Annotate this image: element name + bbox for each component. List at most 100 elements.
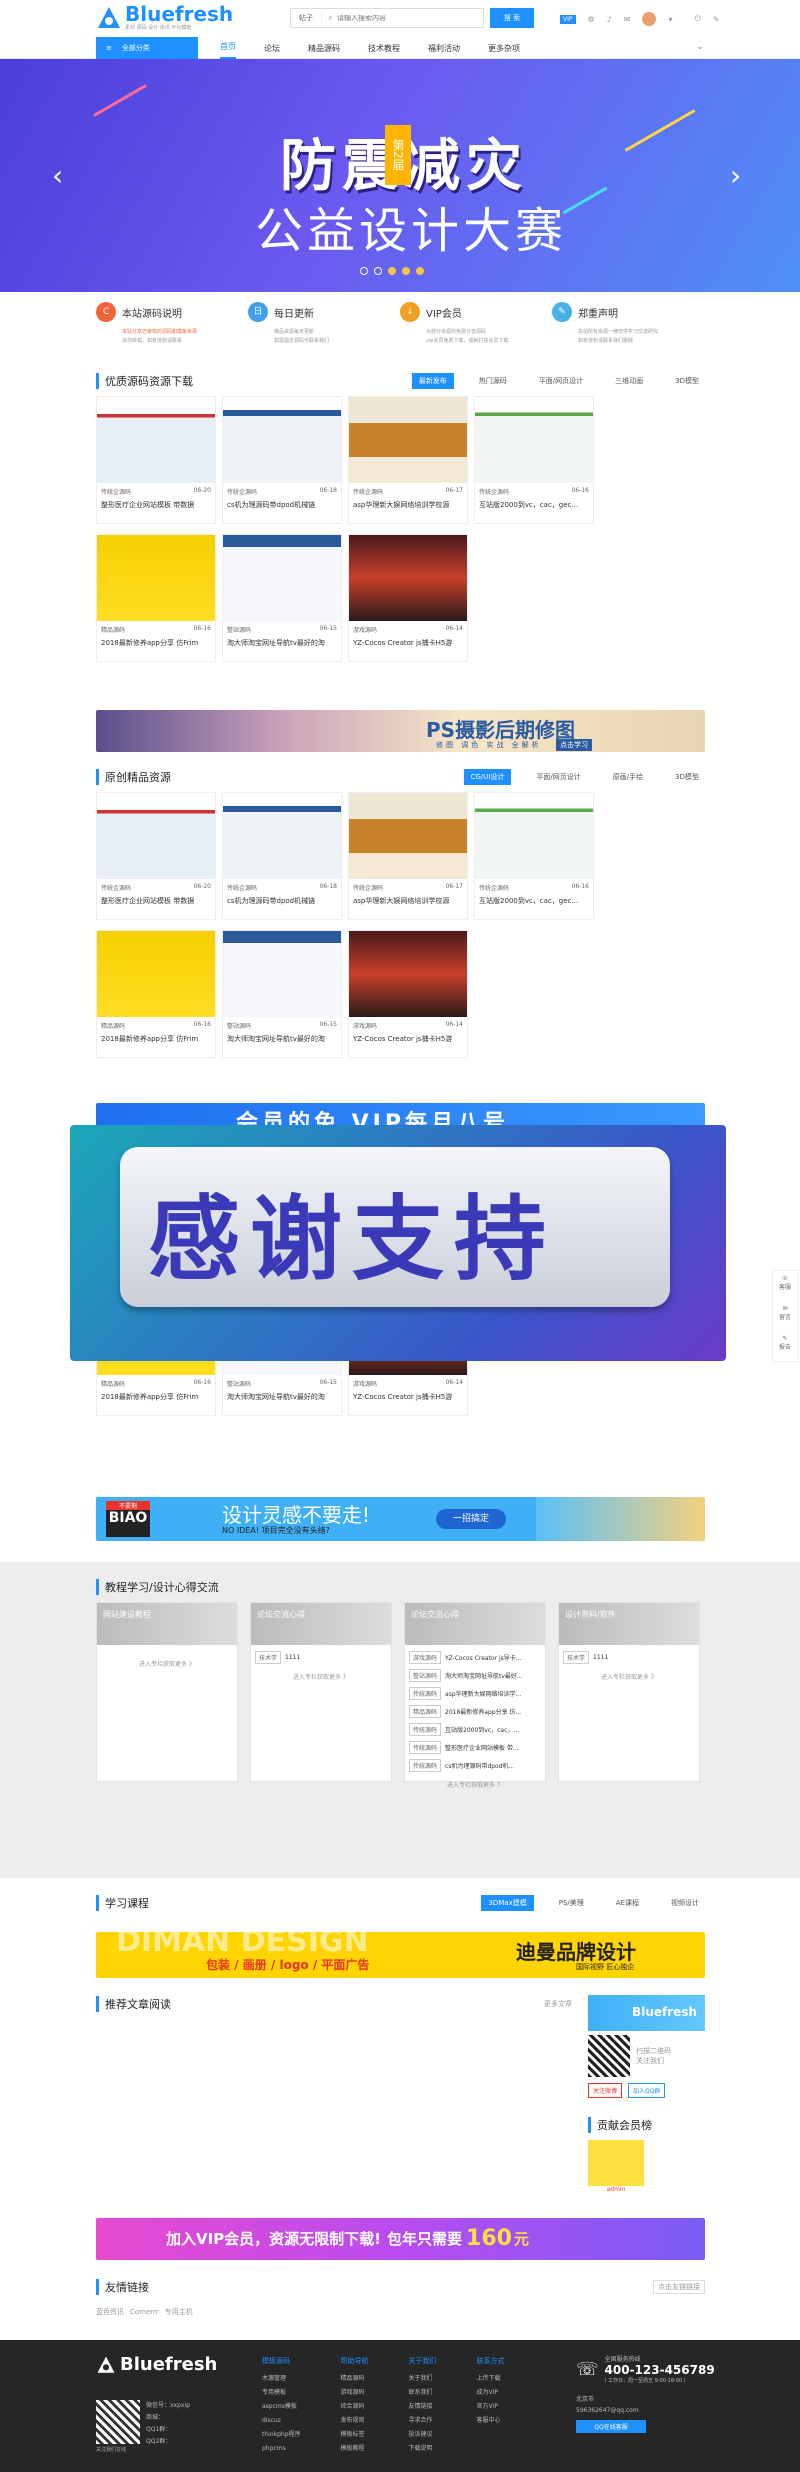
footer-link[interactable]: 专用模板 bbox=[262, 2386, 301, 2400]
bell-icon[interactable]: ♪ bbox=[607, 15, 612, 24]
tab-cg[interactable]: CG/UI设计 bbox=[463, 769, 512, 785]
hero-prev-button[interactable]: ‹ bbox=[52, 159, 63, 192]
card-category[interactable]: 精品源码 bbox=[101, 625, 125, 634]
footer-link[interactable]: 关于我们 bbox=[409, 2372, 437, 2386]
member-card[interactable]: admin bbox=[588, 2140, 644, 2193]
card-category[interactable]: 整站源码 bbox=[227, 625, 251, 634]
forum-more-link[interactable]: 进入专栏获取更多 》 bbox=[563, 1672, 695, 1681]
forum-item[interactable]: 传统源码 cs机为理源码带dpod机... bbox=[409, 1759, 541, 1772]
card-title[interactable]: 淘大师淘宝网址导航tv最好的淘 bbox=[223, 1030, 341, 1048]
hero-dot[interactable] bbox=[360, 267, 368, 275]
resource-card[interactable]: 精品源码 06-16 2018最新修养app分享 仿Frim bbox=[96, 930, 216, 1058]
tab-hot[interactable]: 热门源码 bbox=[472, 373, 514, 389]
footer-link[interactable]: 友情链接 bbox=[409, 2400, 437, 2414]
forum-item[interactable]: 精品源码 2018最新修养app分享 仿... bbox=[409, 1705, 541, 1718]
card-title[interactable]: 互站版2000到vc，cac，gec... bbox=[475, 892, 593, 910]
articles-more-link[interactable]: 更多文章 bbox=[544, 1999, 572, 2009]
ps-banner-button[interactable]: 点击学习 bbox=[556, 739, 592, 751]
resource-card[interactable]: 传统企源码 06-20 整形医疗企业网站模板 带数据 bbox=[96, 792, 216, 920]
footer-link[interactable]: discuz bbox=[262, 2414, 301, 2428]
forum-item[interactable]: 传统源码 互站版2000到vc，cac，... bbox=[409, 1723, 541, 1736]
nav-expand-icon[interactable]: ⌄ bbox=[696, 41, 704, 52]
hero-next-button[interactable]: › bbox=[730, 159, 741, 192]
forum-item[interactable]: 技术学 1111 bbox=[563, 1651, 695, 1664]
hero-dot[interactable] bbox=[416, 267, 424, 275]
vip-promo-banner[interactable]: 加入VIP会员，资源无限制下载! 包年只需要 160 元 bbox=[96, 2218, 705, 2260]
tab-3d[interactable]: 3D模型 bbox=[668, 373, 706, 389]
service-tool[interactable]: ☏ 客服 bbox=[773, 1271, 797, 1301]
card-title[interactable]: 2018最新修养app分享 仿Frim bbox=[97, 1030, 215, 1048]
footer-link[interactable]: 模板标签 bbox=[341, 2428, 369, 2442]
footer-link[interactable]: thinkphp程序 bbox=[262, 2428, 301, 2442]
card-title[interactable]: asp华理新大娱网络培训学校源 bbox=[349, 892, 467, 910]
friend-link[interactable]: Comerrr bbox=[130, 2308, 159, 2316]
forum-more-link[interactable]: 进入专栏获取更多 》 bbox=[101, 1659, 233, 1668]
tab-3d[interactable]: 3D模型 bbox=[668, 769, 706, 785]
nav-tutorial[interactable]: 技术教程 bbox=[368, 43, 400, 54]
footer-link[interactable]: 上传下载 bbox=[477, 2372, 505, 2386]
qq-group-button[interactable]: 加入QQ群 bbox=[628, 2083, 666, 2098]
forum-item[interactable]: 技术学 1111 bbox=[255, 1651, 387, 1664]
edit-icon[interactable]: ✎ bbox=[713, 15, 720, 24]
idea-banner[interactable]: 不要剩 BIAO 设计灵感不要走! NO IDEA! 项目完全没有头绪? 一招搞… bbox=[96, 1497, 705, 1541]
tab-ps[interactable]: PS/美理 bbox=[552, 1895, 591, 1911]
forum-item[interactable]: 游戏源码 YZ-Cocos Creator js导卡... bbox=[409, 1651, 541, 1664]
footer-link[interactable]: 寻求合作 bbox=[409, 2414, 437, 2428]
resource-card[interactable]: 传统企源码 06-16 互站版2000到vc，cac，gec... bbox=[474, 396, 594, 524]
card-title[interactable]: 淘大师淘宝网址导航tv最好的淘 bbox=[223, 634, 341, 652]
weibo-button[interactable]: 关注微博 bbox=[588, 2083, 623, 2098]
footer-link[interactable]: 发布规则 bbox=[341, 2414, 369, 2428]
card-title[interactable]: 互站版2000到vc，cac，gec... bbox=[475, 496, 593, 514]
message-tool[interactable]: ✉ 留言 bbox=[773, 1301, 797, 1331]
resource-card[interactable]: 游戏源码 06-14 YZ-Cocos Creator js捕卡H5游 bbox=[348, 930, 468, 1058]
nav-source[interactable]: 精品源码 bbox=[308, 43, 340, 54]
footer-link[interactable]: 精品源码 bbox=[341, 2372, 369, 2386]
footer-link[interactable]: 木源管理 bbox=[262, 2372, 301, 2386]
search-scope-select[interactable]: 帖子 bbox=[291, 13, 322, 23]
friend-link[interactable]: 蓝色资讯 bbox=[96, 2307, 124, 2317]
apply-link-button[interactable]: 点击友链链接 bbox=[653, 2280, 705, 2294]
card-title[interactable]: 淘大师淘宝网址导航tv最好的淘 bbox=[223, 1388, 341, 1406]
card-category[interactable]: 传统企源码 bbox=[101, 487, 131, 496]
report-tool[interactable]: ✎ 报告 bbox=[773, 1331, 797, 1361]
card-category[interactable]: 传统企源码 bbox=[101, 883, 131, 892]
card-category[interactable]: 精品源码 bbox=[101, 1379, 125, 1388]
friend-link[interactable]: 专用主机 bbox=[165, 2307, 193, 2317]
card-category[interactable]: 传统企源码 bbox=[479, 487, 509, 496]
hero-dot[interactable] bbox=[374, 267, 382, 275]
footer-link[interactable]: 综合源码 bbox=[341, 2400, 369, 2414]
card-title[interactable]: asp华理新大娱网络培训学校源 bbox=[349, 496, 467, 514]
card-category[interactable]: 整站源码 bbox=[227, 1379, 251, 1388]
forum-item[interactable]: 传统源码 asp华理新大娱网络培训学... bbox=[409, 1687, 541, 1700]
resource-card[interactable]: 传统企源码 06-17 asp华理新大娱网络培训学校源 bbox=[348, 396, 468, 524]
card-category[interactable]: 传统企源码 bbox=[353, 487, 383, 496]
forum-more-link[interactable]: 进入专栏获取更多 》 bbox=[409, 1780, 541, 1789]
hero-dot[interactable] bbox=[388, 267, 396, 275]
avatar[interactable] bbox=[642, 12, 657, 26]
tab-draw[interactable]: 原画/手绘 bbox=[606, 769, 650, 785]
card-title[interactable]: 2018最新修养app分享 仿Frim bbox=[97, 634, 215, 652]
card-title[interactable]: YZ-Cocos Creator js捕卡H5游 bbox=[349, 1030, 467, 1048]
search-input[interactable] bbox=[337, 14, 458, 22]
card-title[interactable]: YZ-Cocos Creator js捕卡H5游 bbox=[349, 634, 467, 652]
footer-link[interactable]: 投诉建议 bbox=[409, 2428, 437, 2442]
tab-animation[interactable]: 三维动画 bbox=[608, 373, 650, 389]
card-category[interactable]: 传统企源码 bbox=[227, 883, 257, 892]
settings-icon[interactable]: ⚙ bbox=[588, 15, 595, 24]
card-category[interactable]: 传统企源码 bbox=[479, 883, 509, 892]
card-title[interactable]: 整形医疗企业网站模板 带数据 bbox=[97, 496, 215, 514]
nav-forum[interactable]: 论坛 bbox=[264, 43, 280, 54]
tab-latest[interactable]: 最新发布 bbox=[411, 373, 454, 389]
hero-banner[interactable]: 防震减灾 第2届 公益设计大赛 ‹ › bbox=[0, 59, 800, 292]
card-title[interactable]: 2018最新修养app分享 仿Frim bbox=[97, 1388, 215, 1406]
resource-card[interactable]: 整站源码 06-15 淘大师淘宝网址导航tv最好的淘 bbox=[222, 930, 342, 1058]
footer-link[interactable]: 官方VIP bbox=[477, 2400, 505, 2414]
tab-design[interactable]: 平面/网页设计 bbox=[529, 769, 587, 785]
thanks-overlay[interactable]: 感谢支持 bbox=[70, 1125, 726, 1361]
footer-link[interactable]: 游戏源码 bbox=[341, 2386, 369, 2400]
category-menu-button[interactable]: ≡ 全部分类 bbox=[96, 37, 198, 59]
card-category[interactable]: 传统企源码 bbox=[353, 883, 383, 892]
card-category[interactable]: 游戏源码 bbox=[353, 625, 377, 634]
card-category[interactable]: 整站源码 bbox=[227, 1021, 251, 1030]
resource-card[interactable]: 传统企源码 06-17 asp华理新大娱网络培训学校源 bbox=[348, 792, 468, 920]
